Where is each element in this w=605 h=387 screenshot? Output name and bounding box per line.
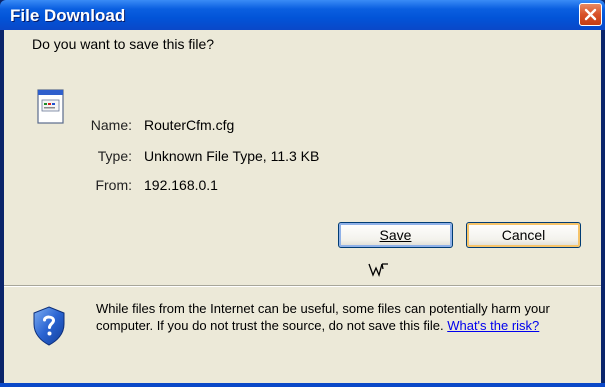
- file-download-dialog: File Download Do you want to save this f…: [0, 0, 605, 387]
- window-title: File Download: [10, 6, 126, 25]
- name-label: Name:: [90, 117, 132, 133]
- file-source-value: 192.168.0.1: [144, 177, 218, 193]
- window-frame-bottom: [0, 383, 605, 387]
- save-button-label: Save: [379, 227, 412, 243]
- file-name-value: RouterCfm.cfg: [144, 117, 235, 133]
- cancel-button[interactable]: Cancel: [466, 222, 581, 248]
- cancel-button-label: Cancel: [501, 227, 546, 243]
- save-question: Do you want to save this file?: [32, 36, 215, 52]
- whats-the-risk-link[interactable]: What's the risk?: [447, 318, 539, 333]
- separator-highlight: [4, 286, 601, 287]
- type-label: Type:: [97, 148, 132, 164]
- security-warning: While files from the Internet can be use…: [96, 300, 586, 334]
- file-type-value: Unknown File Type, 11.3 KB: [144, 148, 320, 164]
- resize-cursor-icon: [368, 263, 388, 277]
- save-button[interactable]: Save: [338, 222, 453, 248]
- close-button[interactable]: [579, 3, 602, 26]
- close-icon: [584, 8, 597, 21]
- from-label: From:: [95, 177, 132, 193]
- shield-question-icon: [33, 306, 65, 346]
- title-bar[interactable]: File Download: [0, 0, 605, 30]
